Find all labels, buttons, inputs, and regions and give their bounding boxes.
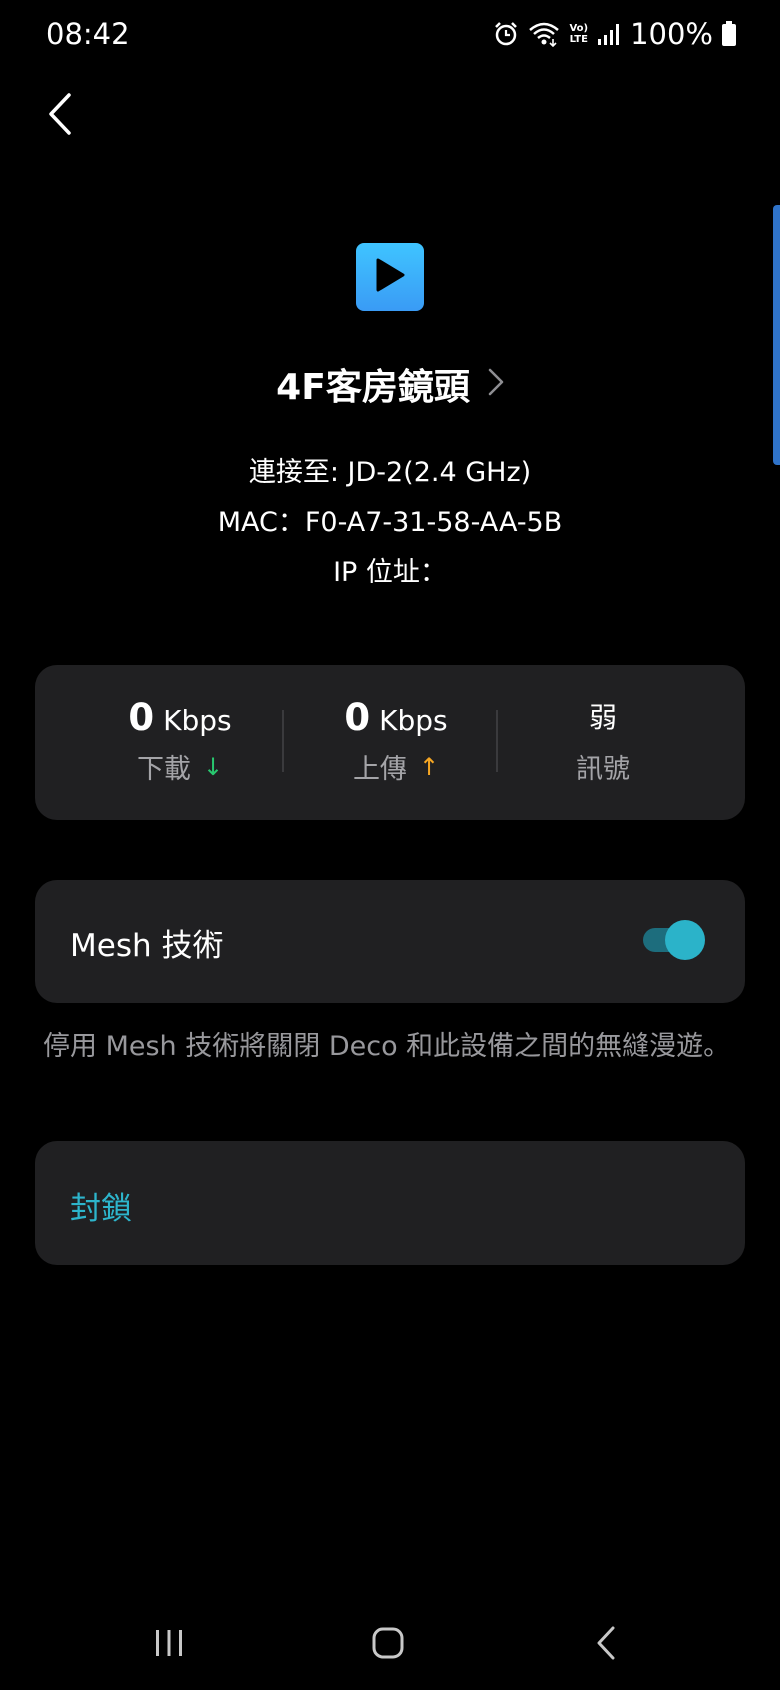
signal-label: 訊號 bbox=[576, 754, 630, 785]
recent-apps-button[interactable] bbox=[139, 1620, 199, 1670]
stat-divider bbox=[282, 710, 284, 772]
battery-icon bbox=[722, 21, 736, 47]
download-unit: Kbps bbox=[163, 704, 232, 737]
signal-value: 弱 bbox=[588, 701, 617, 734]
status-bar: 08:42 Vo) LTE 100% bbox=[0, 0, 780, 70]
download-value: 0 bbox=[128, 696, 155, 739]
battery-percent: 100% bbox=[630, 17, 713, 51]
home-icon bbox=[371, 1626, 405, 1664]
arrow-up-icon: ↑ bbox=[418, 752, 440, 781]
recent-apps-icon bbox=[154, 1628, 184, 1662]
signal-stat: 弱 訊號 bbox=[498, 693, 708, 786]
stats-card: 0 Kbps 下載 ↓ 0 Kbps 上傳 ↑ 弱 訊號 bbox=[35, 665, 745, 820]
toggle-knob bbox=[665, 920, 705, 960]
scroll-indicator[interactable] bbox=[773, 205, 780, 465]
block-button[interactable]: 封鎖 bbox=[35, 1141, 745, 1265]
connected-to-text: 連接至: JD-2(2.4 GHz) bbox=[248, 457, 532, 488]
nav-back-button[interactable] bbox=[576, 1620, 636, 1670]
chevron-right-icon bbox=[488, 368, 504, 400]
volte-icon: Vo) LTE bbox=[569, 23, 588, 45]
mesh-card: Mesh 技術 bbox=[35, 880, 745, 1003]
wifi-icon bbox=[528, 21, 560, 47]
mesh-label: Mesh 技術 bbox=[70, 928, 224, 964]
device-info: 連接至: JD-2(2.4 GHz) MAC：F0-A7-31-58-AA-5B… bbox=[0, 448, 780, 598]
mesh-toggle[interactable] bbox=[643, 920, 705, 960]
download-label: 下載 bbox=[136, 754, 191, 785]
status-time: 08:42 bbox=[46, 17, 130, 51]
signal-icon bbox=[597, 22, 621, 46]
alarm-icon bbox=[493, 21, 519, 47]
mac-address-text: MAC：F0-A7-31-58-AA-5B bbox=[217, 507, 563, 538]
play-icon bbox=[374, 257, 406, 297]
device-name: 4F客房鏡頭 bbox=[276, 367, 470, 408]
upload-value: 0 bbox=[344, 696, 371, 739]
mesh-description: 停用 Mesh 技術將關閉 Deco 和此設備之間的無縫漫遊。 bbox=[43, 1031, 731, 1062]
volte-bottom-text: LTE bbox=[569, 34, 588, 45]
upload-stat: 0 Kbps 上傳 ↑ bbox=[291, 693, 501, 786]
home-button[interactable] bbox=[358, 1620, 418, 1670]
volte-top-text: Vo) bbox=[569, 23, 589, 34]
upload-unit: Kbps bbox=[379, 704, 448, 737]
back-arrow-icon bbox=[47, 92, 73, 140]
device-icon bbox=[356, 243, 424, 311]
upload-label: 上傳 bbox=[352, 754, 407, 785]
ip-address-text: IP 位址： bbox=[333, 557, 447, 588]
arrow-down-icon: ↓ bbox=[202, 752, 224, 781]
back-button[interactable] bbox=[30, 86, 90, 146]
download-stat: 0 Kbps 下載 ↓ bbox=[75, 693, 285, 786]
status-icons: Vo) LTE 100% bbox=[493, 17, 736, 51]
device-name-link[interactable]: 4F客房鏡頭 bbox=[0, 358, 780, 410]
navigation-bar bbox=[0, 1600, 780, 1690]
block-label: 封鎖 bbox=[70, 1191, 132, 1227]
back-icon bbox=[595, 1625, 617, 1665]
